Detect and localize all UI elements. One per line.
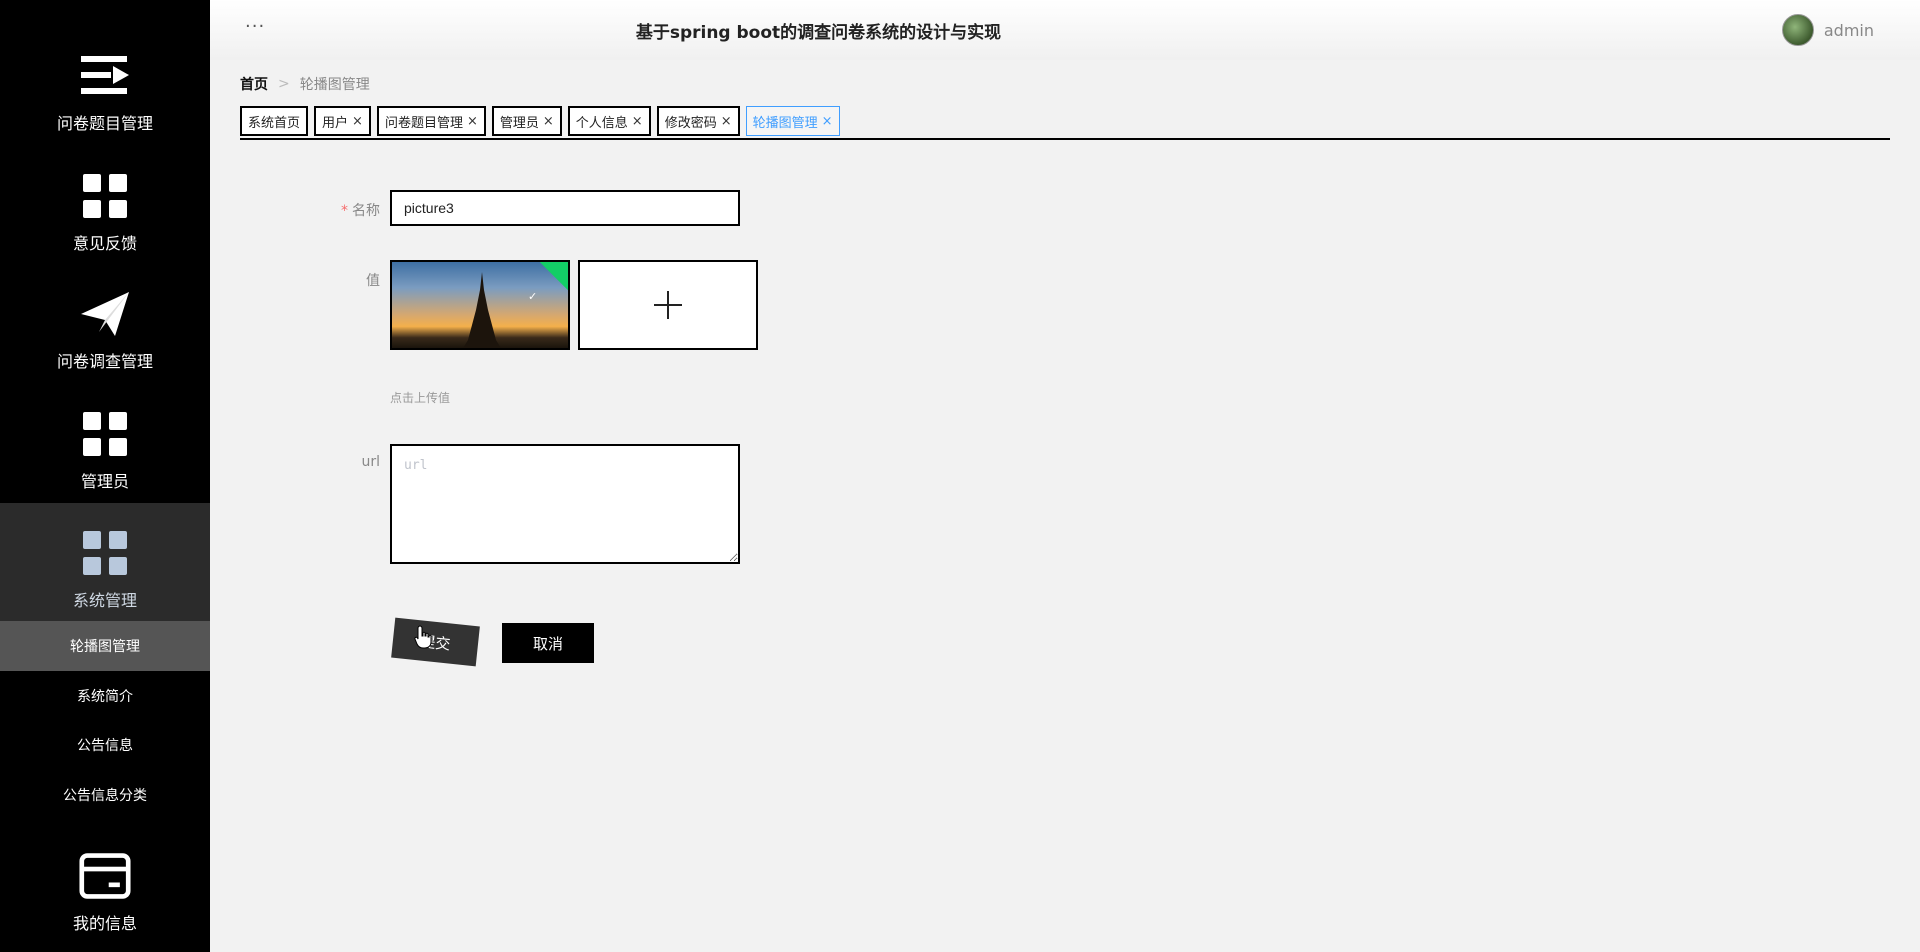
menu-survey-management[interactable]: 问卷调查管理 xyxy=(0,288,210,372)
hand-cursor-icon xyxy=(414,625,432,649)
menu-label: 意见反馈 xyxy=(72,234,137,253)
tab-bar: 系统首页 用户 × 问卷题目管理 × 管理员 × 个人信息 × 修改密码 × 轮播图管理 × xyxy=(240,106,1890,140)
breadcrumb: 首页 > 轮播图管理 xyxy=(240,74,370,94)
value-label: 值 xyxy=(366,273,380,289)
top-header: ··· 基于spring boot的调查问卷系统的设计与实现 admin xyxy=(210,0,1920,60)
grid-icon xyxy=(79,170,131,222)
tab-change-password[interactable]: 修改密码 × xyxy=(656,106,740,136)
upload-button[interactable] xyxy=(578,260,758,350)
submenu-system-intro[interactable]: 系统简介 xyxy=(0,671,210,721)
submit-button[interactable]: 提交 xyxy=(391,617,480,667)
paper-plane-icon xyxy=(79,288,131,340)
eiffel-tower-icon xyxy=(463,272,501,348)
menu-label: 我的信息 xyxy=(72,914,137,933)
close-icon[interactable]: × xyxy=(822,114,833,129)
close-icon[interactable]: × xyxy=(467,114,478,129)
close-icon[interactable]: × xyxy=(632,114,643,129)
name-label: * 名称 xyxy=(280,200,380,220)
close-icon[interactable]: × xyxy=(721,114,732,129)
tab-admin[interactable]: 管理员 × xyxy=(491,106,562,136)
submenu-notice-category[interactable]: 公告信息分类 xyxy=(0,770,210,820)
submenu-carousel[interactable]: 轮播图管理 xyxy=(0,621,210,671)
url-label: url xyxy=(361,454,380,470)
user-menu[interactable]: admin xyxy=(1781,14,1874,46)
plus-icon xyxy=(654,291,682,319)
tab-users[interactable]: 用户 × xyxy=(314,106,371,136)
username: admin xyxy=(1823,20,1874,40)
menu-system-management[interactable]: 系统管理 xyxy=(0,503,210,623)
submenu-notice[interactable]: 公告信息 xyxy=(0,720,210,770)
menu-admin[interactable]: 管理员 xyxy=(0,408,210,492)
required-mark: * xyxy=(341,203,348,219)
menu-questionnaire-items[interactable]: 问卷题目管理 xyxy=(0,50,210,134)
card-icon xyxy=(79,850,131,902)
name-label-text: 名称 xyxy=(352,203,380,219)
tab-label: 用户 xyxy=(322,115,349,131)
breadcrumb-separator: > xyxy=(278,76,290,92)
uploaded-image-thumbnail[interactable]: ✓ xyxy=(390,260,570,350)
menu-label: 问卷题目管理 xyxy=(56,114,153,133)
menu-label: 问卷调查管理 xyxy=(56,352,153,371)
menu-label: 管理员 xyxy=(80,472,129,491)
url-textarea[interactable] xyxy=(390,444,740,564)
tab-label: 个人信息 xyxy=(575,115,628,131)
tab-carousel[interactable]: 轮播图管理 × xyxy=(745,106,840,136)
check-icon: ✓ xyxy=(528,290,538,303)
page-title: 基于spring boot的调查问卷系统的设计与实现 xyxy=(635,23,1002,43)
cancel-button[interactable]: 取消 xyxy=(502,623,594,663)
tab-label: 修改密码 xyxy=(664,115,717,131)
close-icon[interactable]: × xyxy=(543,114,554,129)
name-input[interactable] xyxy=(390,190,740,226)
menu-my-info[interactable]: 我的信息 xyxy=(0,850,210,934)
tab-label: 系统首页 xyxy=(248,115,301,131)
menu-feedback[interactable]: 意见反馈 xyxy=(0,170,210,254)
breadcrumb-current: 轮播图管理 xyxy=(299,77,370,93)
grid-icon xyxy=(79,527,131,579)
sidebar: 问卷题目管理 意见反馈 问卷调查管理 管理员 系统管理 轮播图管理 系统简介 公… xyxy=(0,0,210,952)
list-icon xyxy=(79,50,131,102)
menu-label: 系统管理 xyxy=(72,591,137,610)
tab-label: 轮播图管理 xyxy=(752,115,818,131)
breadcrumb-home[interactable]: 首页 xyxy=(240,74,268,94)
upload-tip: 点击上传值 xyxy=(390,391,451,405)
tab-home[interactable]: 系统首页 xyxy=(240,106,309,136)
avatar xyxy=(1781,14,1814,46)
tab-questionnaire-items[interactable]: 问卷题目管理 × xyxy=(376,106,486,136)
tab-label: 问卷题目管理 xyxy=(384,115,463,131)
tab-personal-info[interactable]: 个人信息 × xyxy=(567,106,651,136)
close-icon[interactable]: × xyxy=(352,114,363,129)
tab-label: 管理员 xyxy=(499,115,539,131)
grid-icon xyxy=(79,408,131,460)
